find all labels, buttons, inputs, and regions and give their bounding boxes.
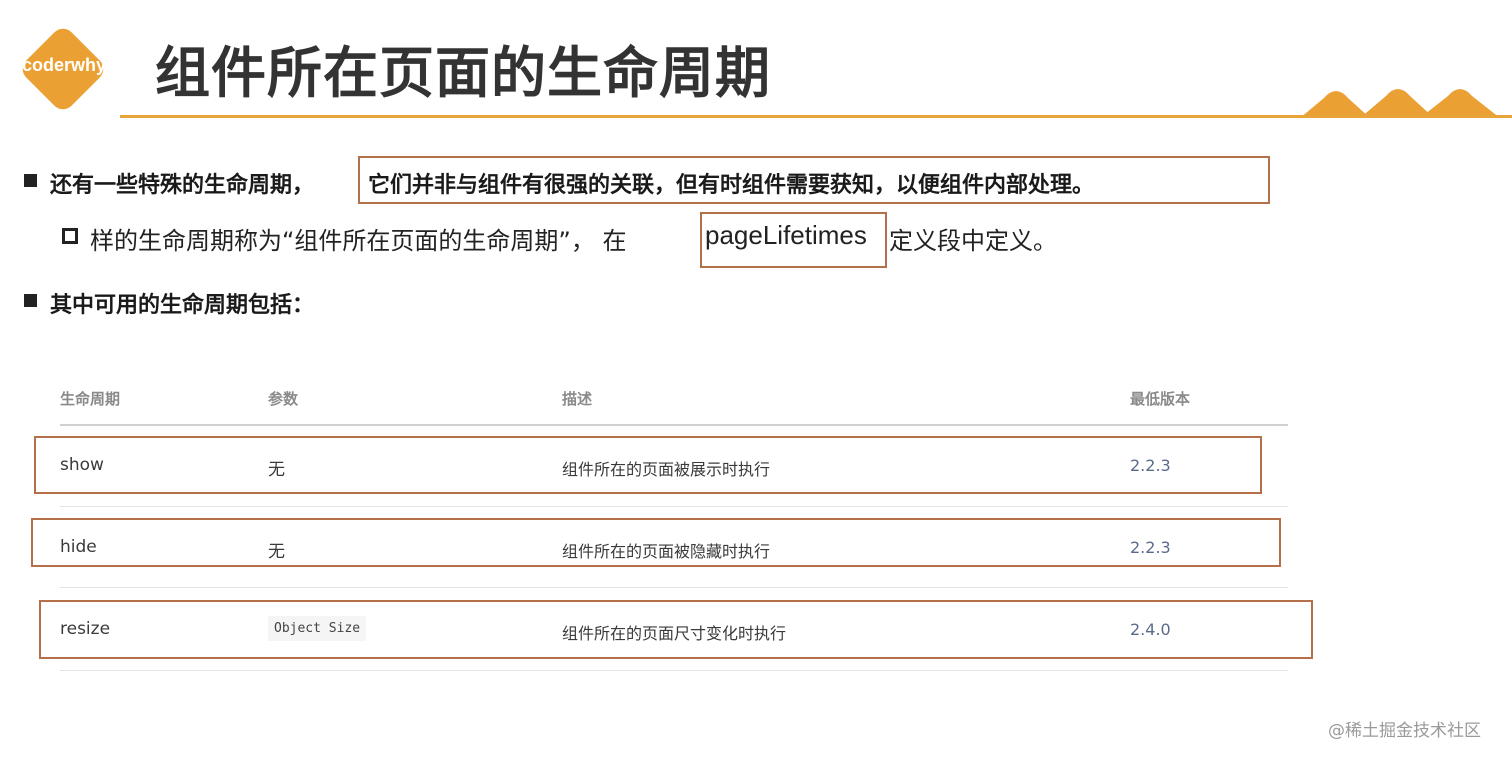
sub-bullet-tail: 定义段中定义。 bbox=[889, 227, 1057, 255]
bullet1-text: 还有一些特殊的生命周期， bbox=[50, 173, 315, 198]
column-header: 生命周期 bbox=[60, 390, 121, 408]
table-cell-version: 2.2.3 bbox=[1130, 456, 1171, 475]
table-cell-param: 无 bbox=[268, 542, 285, 562]
header-divider bbox=[60, 424, 1288, 426]
row-divider bbox=[60, 506, 1288, 507]
table-cell-version: 2.4.0 bbox=[1130, 620, 1171, 639]
mountains-decoration bbox=[1300, 89, 1500, 118]
table-cell-name: hide bbox=[60, 537, 97, 557]
row-divider bbox=[60, 587, 1288, 588]
table-cell-param: 无 bbox=[268, 460, 285, 480]
page-title: 组件所在页面的生命周期 bbox=[155, 41, 772, 105]
table-cell-name: resize bbox=[60, 619, 111, 639]
watermark: @稀土掘金技术社区 bbox=[1328, 721, 1481, 741]
table-cell-desc: 组件所在的页面尺寸变化时执行 bbox=[562, 624, 787, 643]
bullet2-text: 其中可用的生命周期包括： bbox=[50, 293, 315, 318]
column-header: 最低版本 bbox=[1130, 390, 1191, 408]
table-cell-desc: 组件所在的页面被隐藏时执行 bbox=[562, 542, 771, 561]
column-header: 描述 bbox=[562, 390, 593, 408]
header-divider bbox=[120, 115, 1512, 118]
pagelifetimes-keyword: pageLifetimes bbox=[705, 220, 867, 250]
bullet1-highlight-text: 它们并非与组件有很强的关联，但有时组件需要获知，以便组件内部处理。 bbox=[368, 173, 1095, 198]
table-cell-version: 2.2.3 bbox=[1130, 538, 1171, 557]
bullet-square-icon bbox=[24, 174, 37, 187]
row-divider bbox=[60, 670, 1288, 671]
table-cell-desc: 组件所在的页面被展示时执行 bbox=[562, 460, 771, 479]
logo-text: coderwhy bbox=[21, 55, 107, 75]
sub-bullet-text: 样的生命周期称为“组件所在页面的生命周期”， 在 bbox=[90, 227, 627, 255]
column-header: 参数 bbox=[268, 390, 299, 408]
table-cell-name: show bbox=[60, 455, 104, 475]
hollow-square-icon bbox=[62, 228, 78, 244]
table-cell-param-code: Object Size bbox=[268, 616, 367, 641]
bullet-square-icon bbox=[24, 294, 37, 307]
